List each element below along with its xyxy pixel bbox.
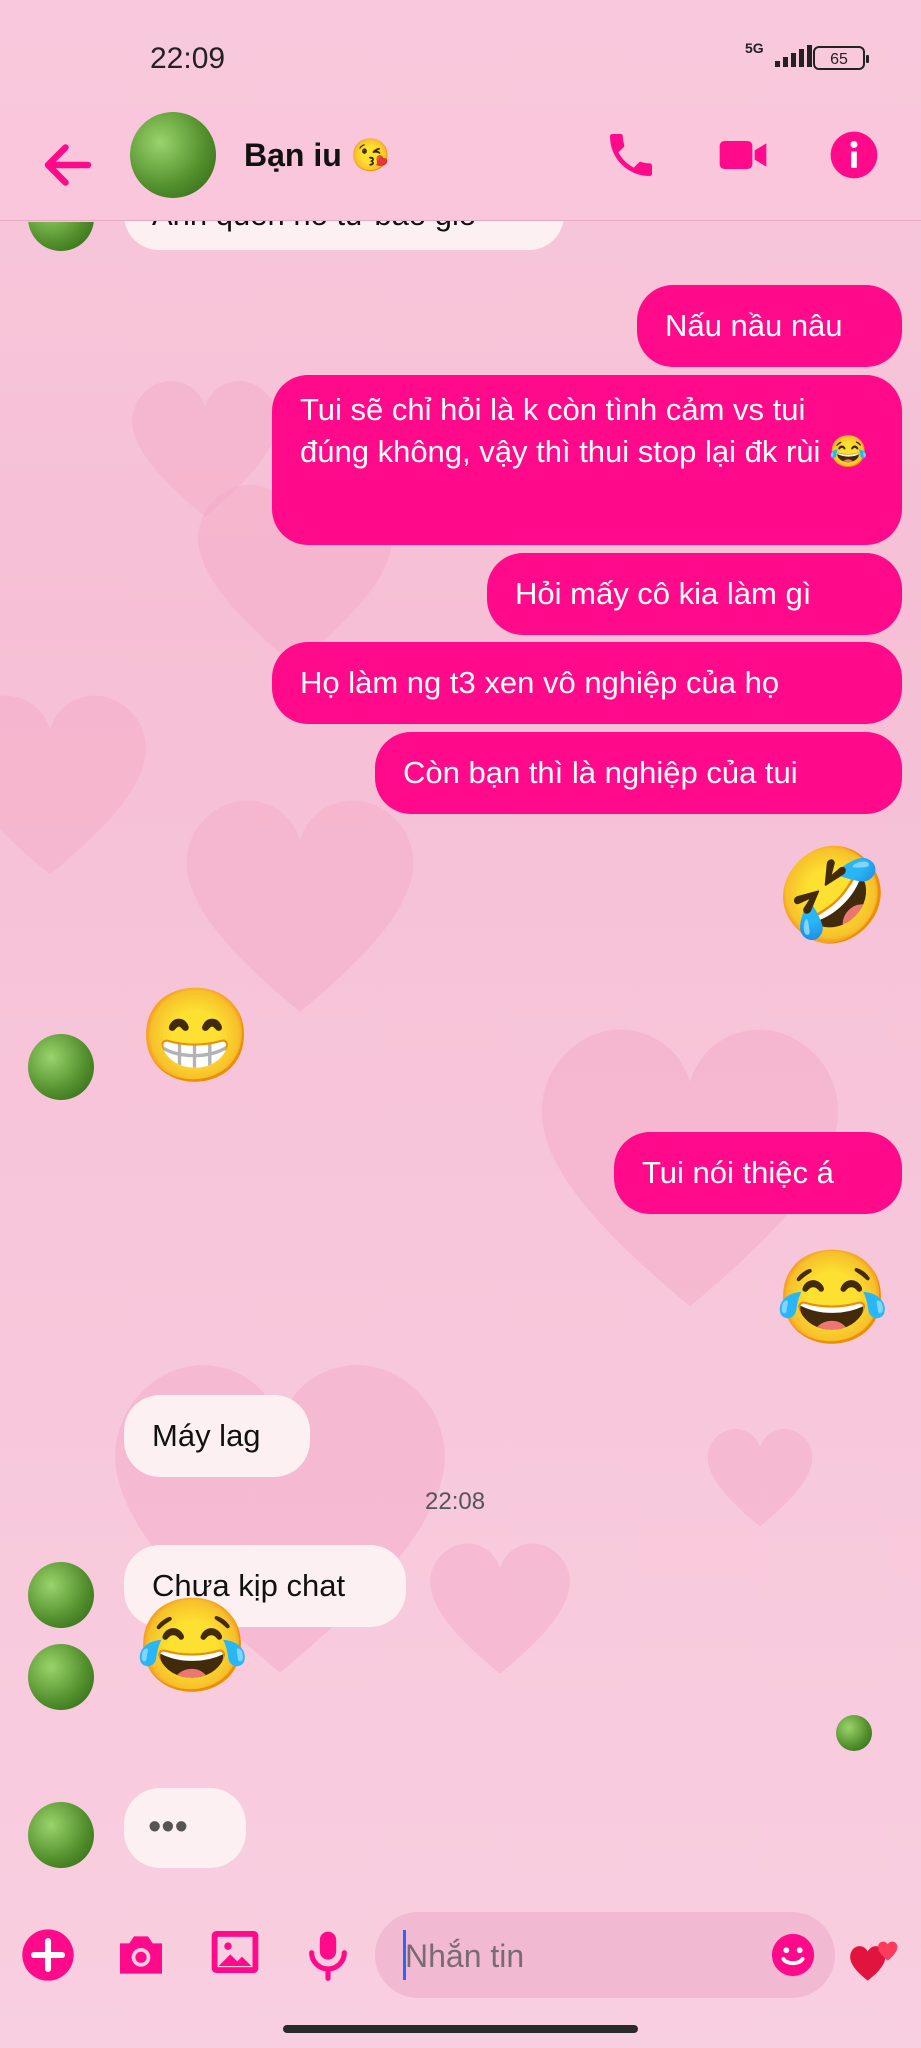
contact-avatar-small[interactable] xyxy=(28,1034,94,1100)
background-heart xyxy=(0,695,146,875)
message-input[interactable] xyxy=(403,1932,747,1980)
video-camera-icon[interactable] xyxy=(715,127,771,183)
typing-indicator: ••• xyxy=(124,1788,246,1868)
seen-indicator-avatar xyxy=(836,1715,872,1751)
background-heart xyxy=(430,1543,570,1674)
emoji-message-outgoing[interactable]: 😂 xyxy=(775,1252,890,1344)
info-icon[interactable] xyxy=(826,127,882,183)
home-indicator xyxy=(283,2025,638,2033)
message-outgoing[interactable]: Tui sẽ chỉ hỏi là k còn tình cảm vs tui … xyxy=(272,375,902,545)
background-heart xyxy=(132,381,278,517)
message-outgoing[interactable]: Hỏi mấy cô kia làm gì xyxy=(487,553,902,635)
emoji-message-outgoing[interactable]: 🤣 xyxy=(775,850,890,942)
plus-icon[interactable] xyxy=(20,1927,76,1983)
status-bar: 22:09 5G 65 xyxy=(0,0,921,110)
text-cursor xyxy=(403,1930,406,1980)
message-incoming[interactable]: Máy lag xyxy=(124,1395,310,1477)
background-heart xyxy=(707,1428,813,1527)
message-outgoing[interactable]: Còn bạn thì là nghiệp của tui xyxy=(375,732,902,814)
background-heart xyxy=(186,800,414,1012)
message-timestamp: 22:08 xyxy=(425,1488,486,1515)
emoji-icon[interactable] xyxy=(770,1932,816,1978)
battery-indicator: 65 xyxy=(813,46,869,70)
back-arrow-icon[interactable] xyxy=(38,135,98,195)
emoji-message-incoming[interactable]: 😁 xyxy=(138,990,253,1082)
message-input-container[interactable] xyxy=(375,1912,835,1998)
microphone-icon[interactable] xyxy=(300,1927,356,1983)
camera-icon[interactable] xyxy=(113,1927,169,1983)
message-outgoing[interactable]: Nấu nầu nâu xyxy=(637,285,902,367)
image-icon[interactable] xyxy=(207,1924,263,1980)
message-outgoing[interactable]: Tui nói thiệc á xyxy=(614,1132,902,1214)
status-time: 22:09 xyxy=(150,42,226,75)
message-outgoing[interactable]: Họ làm ng t3 xen vô nghiệp của họ xyxy=(272,642,902,724)
contact-avatar[interactable] xyxy=(130,112,216,198)
contact-avatar-small[interactable] xyxy=(28,1802,94,1868)
contact-avatar-small[interactable] xyxy=(28,1644,94,1710)
network-indicator: 5G xyxy=(745,40,764,56)
emoji-message-incoming[interactable]: 😂 xyxy=(135,1600,250,1692)
heart-icon[interactable] xyxy=(846,1928,904,1986)
contact-avatar-small[interactable] xyxy=(28,1562,94,1628)
phone-icon[interactable] xyxy=(603,127,659,183)
contact-name[interactable]: Bạn iu 😘 xyxy=(244,136,391,174)
signal-icon xyxy=(775,45,812,67)
